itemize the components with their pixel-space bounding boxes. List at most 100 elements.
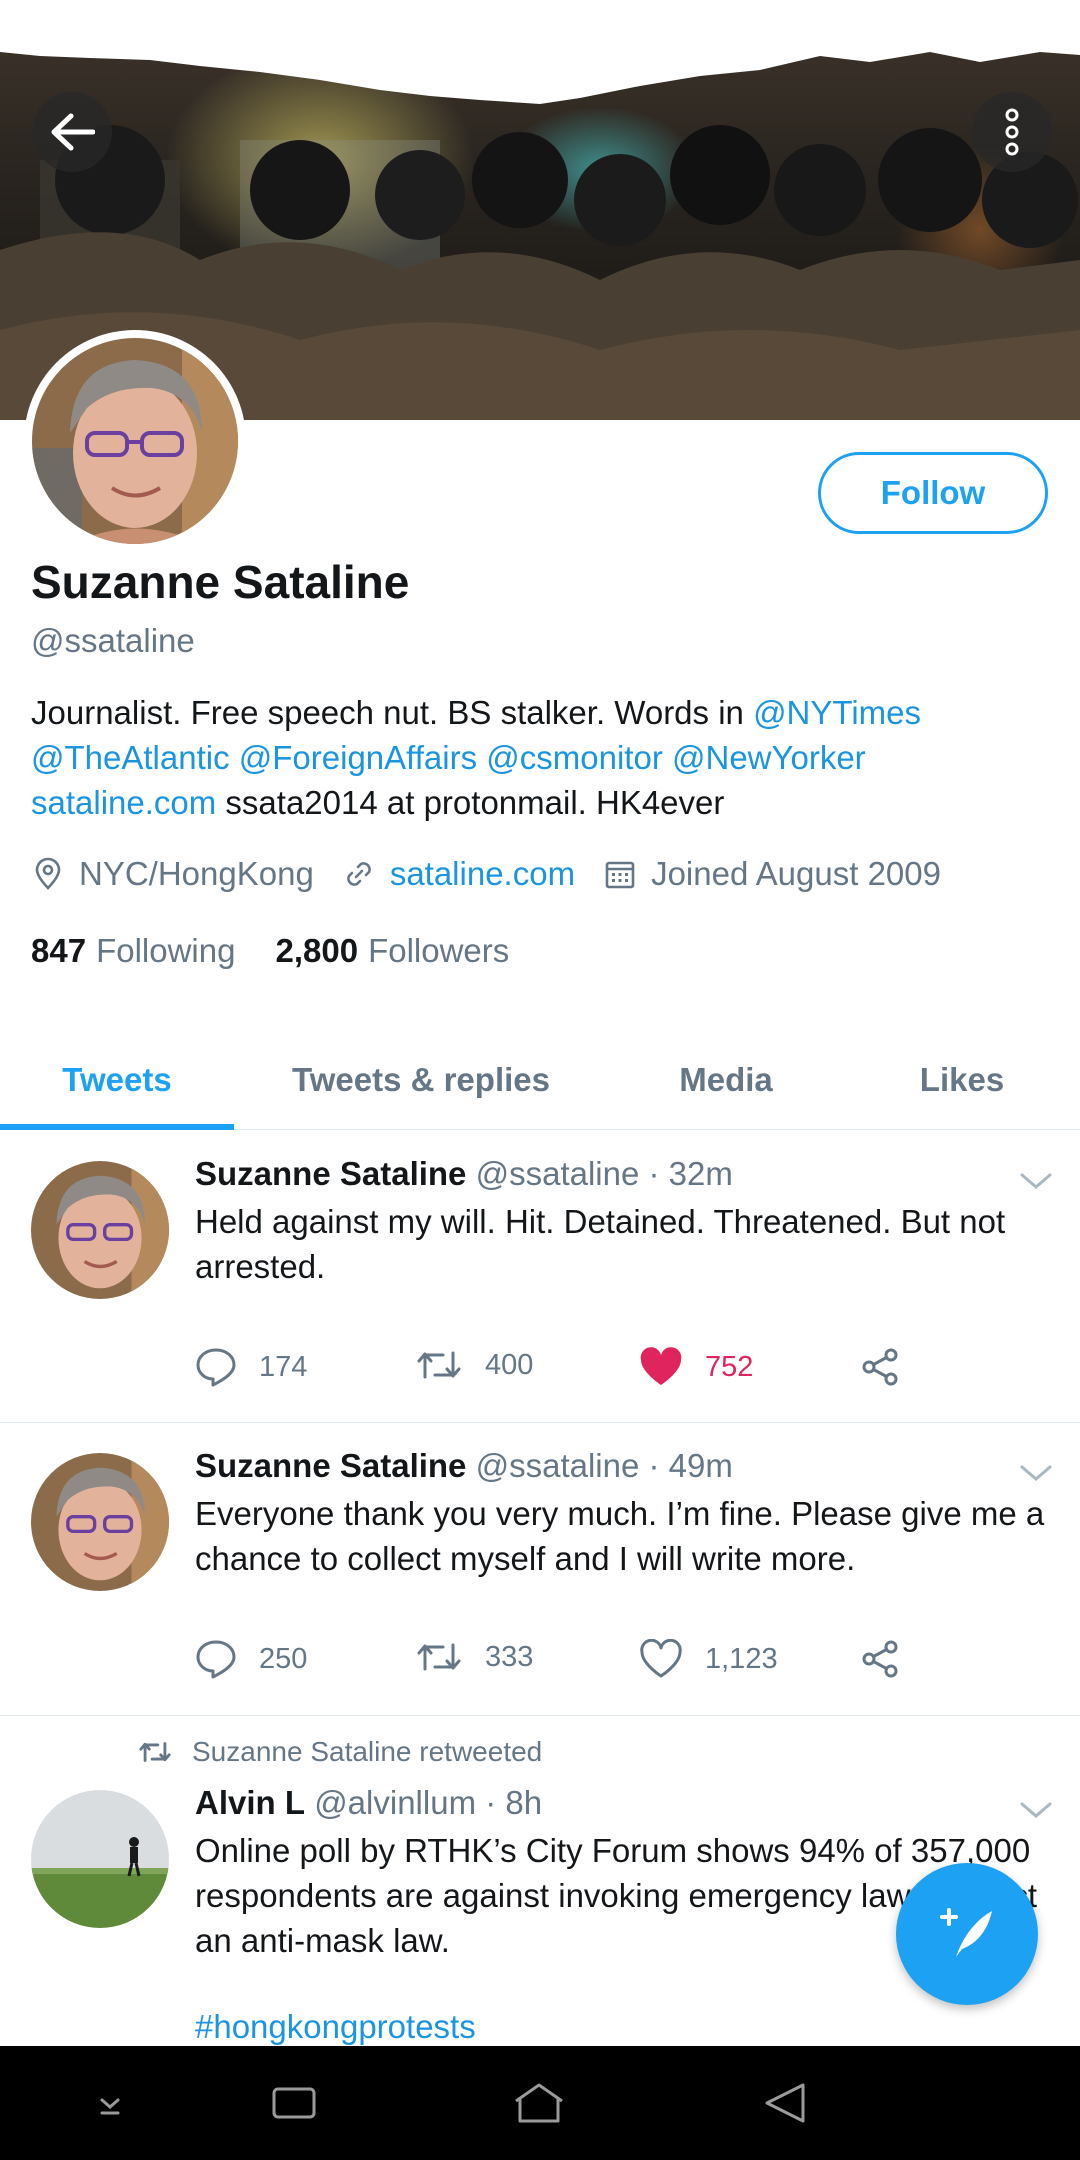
retweet-icon bbox=[139, 1742, 171, 1762]
avatar-portrait-graphic bbox=[32, 338, 238, 544]
tweet-header: Suzanne Sataline @ssataline · 49m bbox=[195, 1447, 733, 1485]
avatar-photo bbox=[32, 338, 238, 544]
tweet-time: · 49m bbox=[648, 1447, 733, 1484]
share-icon bbox=[862, 1348, 898, 1386]
bio-line-3: sataline.com ssata2014 at protonmail. HK… bbox=[31, 780, 1051, 825]
tweet-avatar[interactable] bbox=[31, 1790, 169, 1928]
retweet-count: 400 bbox=[485, 1348, 534, 1381]
profile-tabs: Tweets Tweets & replies Media Likes bbox=[0, 1030, 1080, 1130]
tweet-header: Alvin L @alvinllum · 8h bbox=[195, 1784, 542, 1822]
chevron-down-icon[interactable] bbox=[1018, 1169, 1054, 1193]
bio-mention-link[interactable]: @csmonitor bbox=[486, 739, 663, 776]
location-item: NYC/HongKong bbox=[31, 855, 314, 893]
tweet[interactable]: Suzanne Sataline @ssataline · 49m Everyo… bbox=[0, 1423, 1080, 1716]
reply-icon bbox=[196, 1640, 236, 1679]
bio-mention-link[interactable]: @TheAtlantic bbox=[31, 739, 230, 776]
bio-website-link[interactable]: sataline.com bbox=[31, 784, 216, 821]
retweet-icon bbox=[417, 1351, 461, 1379]
tab-media[interactable]: Media bbox=[608, 1030, 844, 1129]
heart-icon bbox=[640, 1639, 682, 1678]
bio-mention-link[interactable]: @NewYorker bbox=[672, 739, 866, 776]
avatar-portrait-graphic bbox=[31, 1453, 169, 1591]
tweet-author-name: Suzanne Sataline bbox=[195, 1447, 467, 1484]
followers-number: 2,800 bbox=[275, 932, 359, 969]
tab-likes[interactable]: Likes bbox=[844, 1030, 1080, 1129]
bio-line-2: @TheAtlantic @ForeignAffairs @csmonitor … bbox=[31, 735, 1051, 780]
profile-name: Suzanne Sataline bbox=[31, 556, 410, 608]
profile-handle: @ssataline bbox=[31, 622, 195, 659]
arrow-left-icon bbox=[51, 113, 95, 151]
tweet-text: Held against my will. Hit. Detained. Thr… bbox=[195, 1203, 1006, 1285]
back-triangle-icon bbox=[765, 2083, 805, 2123]
recent-apps-icon bbox=[272, 2087, 316, 2119]
bio-text: ssata2014 at protonmail. HK4ever bbox=[216, 784, 725, 821]
tweet-time: · 8h bbox=[485, 1784, 543, 1821]
tweet-author-handle: @ssataline bbox=[475, 1447, 640, 1484]
nav-back-button[interactable] bbox=[750, 2068, 820, 2138]
bio-mention-link[interactable]: @ForeignAffairs bbox=[239, 739, 477, 776]
heart-filled-icon bbox=[640, 1347, 682, 1385]
location-text: NYC/HongKong bbox=[79, 855, 314, 892]
back-button[interactable] bbox=[32, 92, 112, 172]
share-button[interactable] bbox=[859, 1639, 923, 1679]
retweet-button[interactable]: 400 bbox=[415, 1347, 533, 1383]
link-icon bbox=[346, 862, 371, 886]
retweet-icon bbox=[417, 1643, 461, 1671]
profile-meta: NYC/HongKong sataline.com Joined August … bbox=[31, 855, 969, 893]
compose-tweet-button[interactable] bbox=[896, 1863, 1038, 2005]
chevron-down-icon bbox=[100, 2098, 120, 2115]
joined-item: Joined August 2009 bbox=[603, 855, 941, 893]
chevron-down-icon[interactable] bbox=[1018, 1461, 1054, 1485]
tweet-avatar[interactable] bbox=[31, 1161, 169, 1299]
tab-tweets[interactable]: Tweets bbox=[0, 1030, 234, 1130]
like-count: 1,123 bbox=[705, 1642, 778, 1675]
follow-counts: 847 Following 2,800 Followers bbox=[31, 932, 549, 970]
follow-button[interactable]: Follow bbox=[818, 452, 1048, 534]
compose-feather-icon bbox=[940, 1908, 992, 1957]
calendar-icon bbox=[605, 861, 635, 889]
torn-edge-graphic bbox=[0, 0, 1080, 104]
tweet[interactable]: Suzanne Sataline @ssataline · 32m Held a… bbox=[0, 1131, 1080, 1423]
bio-mention-link[interactable]: @NYTimes bbox=[753, 694, 921, 731]
tweet-actions: 174 400 752 bbox=[195, 1347, 1035, 1397]
retweeted-by-text: Suzanne Sataline retweeted bbox=[192, 1736, 543, 1767]
location-pin-icon bbox=[35, 857, 61, 890]
retweeted-by: Suzanne Sataline retweeted bbox=[138, 1736, 542, 1768]
tab-tweets-replies[interactable]: Tweets & replies bbox=[234, 1030, 608, 1129]
tweet-author-name: Alvin L bbox=[195, 1784, 306, 1821]
reply-count: 174 bbox=[259, 1350, 308, 1383]
tweet-hashtag[interactable]: #hongkongprotests bbox=[195, 2004, 1055, 2049]
tweet-author-name: Suzanne Sataline bbox=[195, 1155, 467, 1192]
more-options-button[interactable] bbox=[972, 92, 1052, 172]
bio-line-1: Journalist. Free speech nut. BS stalker.… bbox=[31, 690, 1051, 735]
tweet-author-handle: @ssataline bbox=[475, 1155, 640, 1192]
reply-button[interactable]: 250 bbox=[195, 1639, 307, 1679]
avatar-portrait-graphic bbox=[31, 1161, 169, 1299]
like-button[interactable]: 1,123 bbox=[639, 1639, 778, 1679]
nav-hide-button[interactable] bbox=[75, 2068, 145, 2138]
tweet-text: Everyone thank you very much. I’m fine. … bbox=[195, 1495, 1045, 1577]
website-item[interactable]: sataline.com bbox=[342, 855, 575, 893]
share-button[interactable] bbox=[859, 1347, 923, 1387]
nav-recents-button[interactable] bbox=[259, 2068, 329, 2138]
following-count[interactable]: 847 Following bbox=[31, 932, 235, 970]
system-navigation-bar bbox=[0, 2046, 1080, 2160]
more-vertical-icon bbox=[1005, 108, 1019, 156]
tweet-avatar[interactable] bbox=[31, 1453, 169, 1591]
like-button[interactable]: 752 bbox=[639, 1347, 753, 1387]
tweet-header: Suzanne Sataline @ssataline · 32m bbox=[195, 1155, 733, 1193]
followers-label: Followers bbox=[368, 932, 510, 969]
home-icon bbox=[515, 2083, 563, 2123]
website-link[interactable]: sataline.com bbox=[390, 855, 575, 893]
tweet-actions: 250 333 1,123 bbox=[195, 1639, 1035, 1689]
following-number: 847 bbox=[31, 932, 87, 969]
chevron-down-icon[interactable] bbox=[1018, 1798, 1054, 1822]
reply-count: 250 bbox=[259, 1642, 308, 1675]
followers-count[interactable]: 2,800 Followers bbox=[275, 932, 509, 970]
avatar-landscape-graphic bbox=[31, 1790, 169, 1928]
nav-home-button[interactable] bbox=[504, 2068, 574, 2138]
profile-avatar[interactable] bbox=[24, 330, 246, 552]
reply-button[interactable]: 174 bbox=[195, 1347, 307, 1387]
reply-icon bbox=[196, 1348, 236, 1387]
retweet-button[interactable]: 333 bbox=[415, 1639, 533, 1675]
